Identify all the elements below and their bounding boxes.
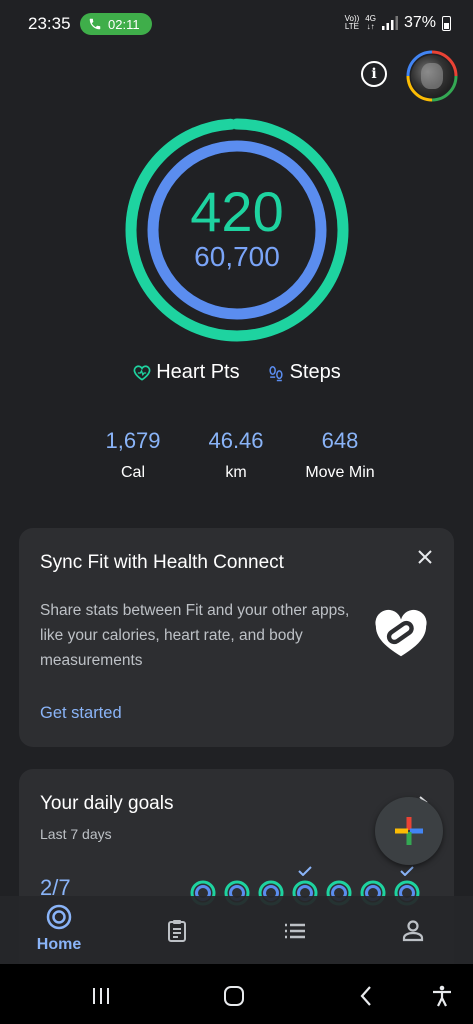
goals-card-subtitle: Last 7 days bbox=[40, 826, 112, 842]
nav-home-label: Home bbox=[36, 936, 82, 953]
signal-icon bbox=[381, 16, 398, 30]
steps-value: 60,700 bbox=[194, 241, 280, 272]
footsteps-icon bbox=[269, 365, 283, 381]
stat-move-minutes: 648 Move Min bbox=[285, 428, 395, 482]
nav-browse[interactable] bbox=[265, 918, 325, 944]
accessibility-icon[interactable] bbox=[430, 984, 454, 1008]
stat-value: 1,679 bbox=[105, 428, 161, 453]
plus-icon bbox=[395, 817, 423, 845]
legend-heart-points: Heart Pts bbox=[132, 361, 240, 384]
ring-legend: Heart Pts Steps bbox=[0, 361, 473, 384]
checkmark-icon bbox=[298, 866, 312, 876]
add-activity-button[interactable] bbox=[375, 797, 443, 865]
home-button-icon[interactable] bbox=[222, 984, 246, 1008]
legend-heart-label: Heart Pts bbox=[156, 361, 240, 383]
nav-journal[interactable] bbox=[147, 918, 207, 944]
back-icon[interactable] bbox=[355, 984, 379, 1008]
status-bar: 23:35 02:11 Vo)) LTE 4G ↓↑ 37% bbox=[0, 0, 473, 50]
network-indicator: 4G ↓↑ bbox=[365, 14, 376, 31]
home-rings-icon bbox=[46, 904, 72, 930]
close-icon[interactable] bbox=[416, 548, 434, 566]
legend-steps: Steps bbox=[266, 361, 341, 384]
heart-points-value: 420 bbox=[190, 180, 284, 243]
stat-label: Cal bbox=[120, 464, 145, 481]
nav-home[interactable]: Home bbox=[29, 904, 89, 954]
nav-profile[interactable] bbox=[383, 918, 443, 944]
clipboard-icon bbox=[168, 920, 186, 942]
health-connect-icon bbox=[375, 609, 427, 657]
goals-card-title: Your daily goals bbox=[40, 793, 174, 814]
list-icon bbox=[285, 923, 305, 939]
stat-value: 46.46 bbox=[208, 428, 264, 453]
avatar-photo bbox=[411, 55, 453, 97]
profile-avatar[interactable] bbox=[406, 50, 458, 102]
system-navigation-bar bbox=[0, 964, 473, 1024]
ongoing-call-chip[interactable]: 02:11 bbox=[80, 13, 152, 35]
checkmark-icon bbox=[400, 866, 414, 876]
ring-center-values: 420 60,700 bbox=[124, 183, 350, 273]
stat-value: 648 bbox=[321, 428, 359, 453]
recent-apps-icon[interactable] bbox=[89, 984, 113, 1008]
sync-card-title: Sync Fit with Health Connect bbox=[40, 552, 284, 573]
health-connect-card: Sync Fit with Health Connect Share stats… bbox=[19, 528, 454, 747]
call-duration: 02:11 bbox=[108, 16, 140, 32]
heart-icon bbox=[133, 364, 151, 381]
volte-indicator: Vo)) LTE bbox=[344, 14, 360, 31]
battery-percent: 37% bbox=[403, 14, 436, 31]
phone-icon bbox=[89, 18, 101, 30]
status-icons: Vo)) LTE 4G ↓↑ 37% bbox=[345, 14, 451, 32]
battery-icon bbox=[442, 15, 451, 31]
stat-label: Move Min bbox=[305, 464, 375, 481]
get-started-link[interactable]: Get started bbox=[40, 704, 122, 723]
info-icon[interactable]: i bbox=[361, 61, 387, 87]
legend-steps-label: Steps bbox=[289, 361, 341, 383]
stat-label: km bbox=[225, 464, 247, 481]
stat-distance: 46.46 km bbox=[181, 428, 291, 482]
bottom-navigation: Home bbox=[0, 896, 473, 964]
person-icon bbox=[402, 920, 424, 942]
status-time: 23:35 bbox=[28, 14, 71, 33]
stat-calories: 1,679 Cal bbox=[78, 428, 188, 482]
sync-card-body: Share stats between Fit and your other a… bbox=[40, 602, 350, 669]
